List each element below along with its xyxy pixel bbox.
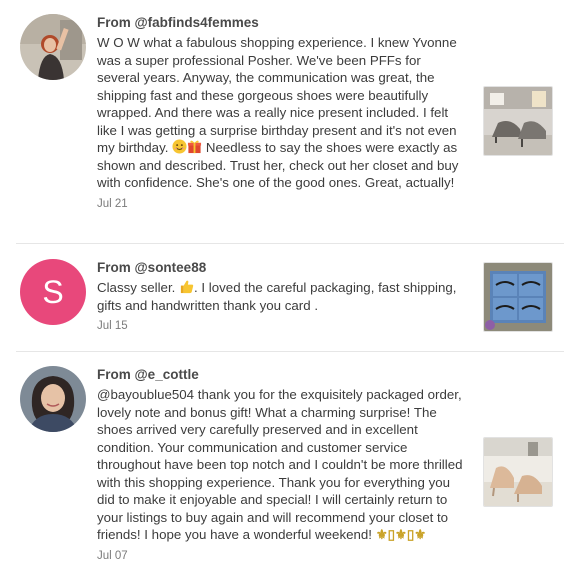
review-date: Jul 07 xyxy=(97,549,128,562)
review-author: From @fabfinds4femmes xyxy=(97,14,467,31)
avatar-photo-icon xyxy=(20,366,86,432)
listing-thumbnail[interactable] xyxy=(483,437,553,507)
review-divider xyxy=(16,243,564,244)
review-date: Jul 15 xyxy=(97,320,128,332)
from-label: From xyxy=(97,367,135,382)
review-text: Classy seller. . I loved the careful pac… xyxy=(97,279,467,314)
avatar-photo-icon xyxy=(20,14,86,80)
review-text-part: @bayoublue504 thank you for the exquisit… xyxy=(97,387,463,542)
gift-icon xyxy=(188,140,202,154)
listing-thumbnail[interactable] xyxy=(483,262,553,332)
shoes-photo-icon xyxy=(484,438,552,506)
listing-thumbnail[interactable] xyxy=(483,86,553,156)
reviewer-avatar[interactable]: S xyxy=(20,259,86,325)
review-body: From @e_cottle @bayoublue504 thank you f… xyxy=(97,366,467,562)
review-body: From @sontee88 Classy seller. . I loved … xyxy=(97,259,467,332)
eyelashes-photo-icon xyxy=(484,263,552,331)
from-label: From xyxy=(97,15,135,30)
smiling-face-icon xyxy=(172,139,187,154)
review-body: From @fabfinds4femmes W O W what a fabul… xyxy=(97,14,467,210)
author-handle-link[interactable]: @e_cottle xyxy=(135,367,199,382)
shoes-photo-icon xyxy=(484,87,552,155)
review-author: From @e_cottle xyxy=(97,366,467,383)
from-label: From xyxy=(97,260,135,275)
review-text-part: W O W what a fabulous shopping experienc… xyxy=(97,35,457,155)
author-handle-link[interactable]: @fabfinds4femmes xyxy=(135,15,259,30)
reviews-feed: From @fabfinds4femmes W O W what a fabul… xyxy=(0,0,580,580)
review-text: @bayoublue504 thank you for the exquisit… xyxy=(97,386,467,544)
reviewer-avatar[interactable] xyxy=(20,366,86,432)
review-date: Jul 21 xyxy=(97,197,128,210)
author-handle-link[interactable]: @sontee88 xyxy=(135,260,207,275)
reviewer-avatar[interactable] xyxy=(20,14,86,80)
fleur-de-lis-icon: ⚜▯⚜▯⚜ xyxy=(375,527,427,542)
avatar-letter: S xyxy=(42,273,64,310)
review-divider xyxy=(16,351,564,352)
thumbs-up-icon xyxy=(180,280,194,294)
review-text-part: Classy seller. xyxy=(97,280,180,295)
review-text: W O W what a fabulous shopping experienc… xyxy=(97,34,467,192)
review-author: From @sontee88 xyxy=(97,259,467,276)
